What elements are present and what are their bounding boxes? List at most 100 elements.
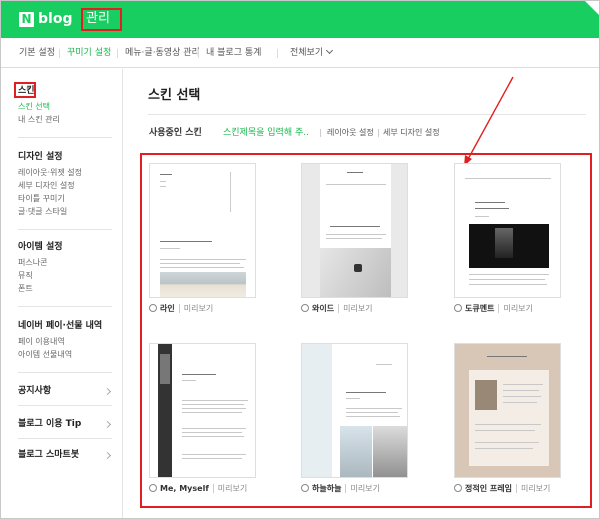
blog-logo-text[interactable]: blog — [38, 9, 72, 29]
sidebar-item-font[interactable]: 폰트 — [18, 283, 33, 294]
thumb-line — [475, 216, 489, 217]
skin-thumbnail-line[interactable] — [149, 163, 256, 298]
radio-icon[interactable] — [454, 304, 462, 312]
sidebar-item-layout-widget[interactable]: 레이아웃·위젯 설정 — [18, 167, 82, 178]
link-divider — [378, 129, 379, 137]
sidebar-divider — [18, 229, 112, 230]
sidebar-item-title-decorate[interactable]: 타이틀 꾸미기 — [18, 193, 65, 204]
tab-design-settings[interactable]: 꾸미기 설정 — [67, 47, 111, 59]
sidebar-item-tip[interactable]: 블로그 이용 Tip — [18, 418, 81, 430]
radio-icon[interactable] — [301, 484, 309, 492]
tab-content-management[interactable]: 메뉴·글·동영상 관리 — [125, 47, 200, 59]
sidebar-item-post-style[interactable]: 글·댓글 스타일 — [18, 206, 67, 217]
preview-link[interactable]: 미리보기 — [338, 304, 373, 313]
sidebar-item-personacon[interactable]: 퍼스나콘 — [18, 257, 47, 268]
tab-divider — [198, 49, 199, 58]
skin-name: Me, Myself — [160, 484, 209, 493]
skin-name: 정적인 프레임 — [465, 484, 512, 493]
sidebar-section-pay[interactable]: 네이버 페이·선물 내역 — [18, 320, 102, 332]
thumb-light — [495, 228, 513, 258]
sidebar-section-skin[interactable]: 스킨 — [18, 85, 35, 97]
page-title: 스킨 선택 — [148, 88, 201, 103]
skin-title-input[interactable]: 스킨제목을 입력해 주.. — [223, 127, 309, 139]
sidebar-item-detail-design[interactable]: 세부 디자인 설정 — [18, 180, 75, 191]
thumb-line — [346, 416, 400, 417]
thumb-line — [160, 263, 240, 264]
thumb-line — [475, 448, 533, 449]
skin-option-line[interactable]: 라인 미리보기 — [149, 303, 214, 314]
radio-icon[interactable] — [149, 484, 157, 492]
skin-name: 라인 — [160, 304, 175, 313]
sidebar-item-my-skin[interactable]: 내 스킨 관리 — [18, 114, 60, 125]
thumb-line — [503, 390, 539, 391]
thumb-line — [475, 424, 541, 425]
sidebar-item-pay-history[interactable]: 페이 이용내역 — [18, 336, 65, 347]
thumb-line — [469, 279, 545, 280]
skin-thumbnail-sky[interactable] — [301, 343, 408, 478]
skin-option-static-frame[interactable]: 정적인 프레임 미리보기 — [454, 483, 551, 494]
sidebar-section-item[interactable]: 아이템 설정 — [18, 241, 63, 253]
skin-thumbnail-wide[interactable] — [301, 163, 408, 298]
tab-blog-stats[interactable]: 내 블로그 통계 — [206, 47, 261, 59]
thumb-line — [160, 186, 166, 187]
sidebar-divider — [18, 137, 112, 138]
manage-title[interactable]: 관리 — [86, 10, 110, 28]
thumb-line — [182, 374, 216, 375]
thumb-line — [182, 458, 242, 459]
thumb-line — [475, 442, 539, 443]
thumb-photo — [160, 354, 170, 384]
sidebar-divider — [18, 405, 112, 406]
preview-link[interactable]: 미리보기 — [212, 484, 248, 493]
thumb-line — [346, 408, 402, 409]
sidebar-item-gift-history[interactable]: 아이템 선물내역 — [18, 349, 72, 360]
thumb-line — [346, 412, 398, 413]
sidebar-item-music[interactable]: 뮤직 — [18, 270, 33, 281]
sidebar-divider — [18, 306, 112, 307]
thumb-line — [182, 412, 242, 413]
link-divider — [320, 129, 321, 137]
settings-tab-bar: 기본 설정 꾸미기 설정 메뉴·글·동영상 관리 내 블로그 통계 전체보기 — [1, 38, 599, 68]
thumb-line — [160, 248, 180, 249]
preview-link[interactable]: 미리보기 — [498, 304, 533, 313]
tab-basic-settings[interactable]: 기본 설정 — [19, 47, 55, 59]
sidebar-item-smartbot[interactable]: 블로그 스마트봇 — [18, 449, 79, 461]
skin-name: 하늘하늘 — [312, 484, 342, 493]
skin-option-sky[interactable]: 하늘하늘 미리보기 — [301, 483, 380, 494]
sidebar-section-design[interactable]: 디자인 설정 — [18, 151, 63, 163]
tab-view-all[interactable]: 전체보기 — [290, 46, 334, 59]
skin-name: 와이드 — [312, 304, 335, 313]
sidebar-item-skin-select[interactable]: 스킨 선택 — [18, 101, 50, 112]
skin-option-me-myself[interactable]: Me, Myself 미리보기 — [149, 483, 248, 494]
thumb-line — [475, 202, 505, 203]
in-use-skin-label: 사용중인 스킨 — [149, 128, 202, 138]
thumb-line — [330, 226, 380, 227]
radio-icon[interactable] — [301, 304, 309, 312]
preview-link[interactable]: 미리보기 — [178, 304, 214, 313]
radio-icon[interactable] — [454, 484, 462, 492]
preview-link[interactable]: 미리보기 — [515, 484, 551, 493]
detail-design-link[interactable]: 세부 디자인 설정 — [383, 127, 440, 139]
skin-thumbnail-me-myself[interactable] — [149, 343, 256, 478]
arrow-annotation-icon — [464, 76, 514, 166]
radio-icon[interactable] — [149, 304, 157, 312]
thumb-line — [182, 432, 242, 433]
sidebar: 스킨 스킨 선택 내 스킨 관리 디자인 설정 레이아웃·위젯 설정 세부 디자… — [1, 69, 123, 518]
layout-settings-link[interactable]: 레이아웃 설정 — [327, 127, 374, 139]
thumb-line — [182, 436, 244, 437]
sidebar-item-notice[interactable]: 공지사항 — [18, 385, 51, 397]
preview-link[interactable]: 미리보기 — [345, 484, 380, 493]
skin-thumbnail-static-frame[interactable] — [454, 343, 561, 478]
skin-thumbnail-document[interactable] — [454, 163, 561, 298]
tab-divider — [59, 49, 60, 58]
app-window: N blog 관리 기본 설정 꾸미기 설정 메뉴·글·동영상 관리 내 블로그… — [0, 0, 600, 519]
skin-option-document[interactable]: 도큐멘트 미리보기 — [454, 303, 533, 314]
thumb-line — [326, 184, 386, 185]
skin-name: 도큐멘트 — [465, 304, 495, 313]
skin-option-wide[interactable]: 와이드 미리보기 — [301, 303, 373, 314]
thumb-line — [503, 402, 537, 403]
naver-logo-icon[interactable]: N — [19, 12, 34, 27]
thumb-line — [469, 274, 549, 275]
sidebar-divider — [18, 438, 112, 439]
thumb-line — [465, 178, 551, 179]
thumb-line — [160, 181, 166, 182]
